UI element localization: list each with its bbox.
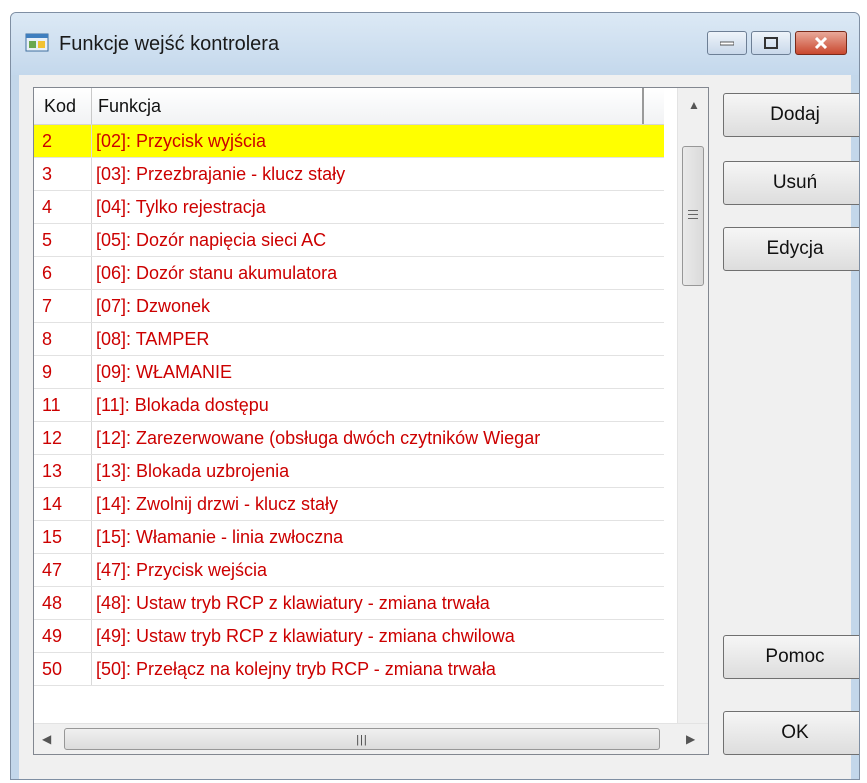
table-row[interactable]: 48 [48]: Ustaw tryb RCP z klawiatury - zm… [34,587,664,620]
funkcja-cell: [47]: Przycisk wejścia [96,560,268,580]
kod-cell: 5 [34,224,92,256]
grip-icon [688,210,698,222]
table-row[interactable]: 5 [05]: Dozór napięcia sieci AC [34,224,664,257]
table-row[interactable]: 12 [12]: Zarezerwowane (obsługa dwóch czy… [34,422,664,455]
kod-cell: 3 [34,158,92,190]
table-row[interactable]: 15 [15]: Włamanie - linia zwłoczna [34,521,664,554]
kod-cell: 50 [34,653,92,685]
maximize-icon [764,37,778,49]
funkcja-cell: [12]: Zarezerwowane (obsługa dwóch czytn… [96,428,541,448]
kod-cell: 13 [34,455,92,487]
kod-cell: 8 [34,323,92,355]
table-row[interactable]: 4 [04]: Tylko rejestracja [34,191,664,224]
table-row[interactable]: 9 [09]: WŁAMANIE [34,356,664,389]
funkcja-cell: [02]: Przycisk wyjścia [96,131,267,151]
funkcja-cell: [04]: Tylko rejestracja [96,197,266,217]
scroll-up-icon[interactable]: ▲ [688,98,700,112]
kod-cell: 4 [34,191,92,223]
funkcja-cell: [09]: WŁAMANIE [96,362,233,382]
minimize-button[interactable] [707,31,747,55]
funkcja-cell: [07]: Dzwonek [96,296,211,316]
funkcja-cell: [11]: Blokada dostępu [96,395,269,415]
funkcja-cell: [14]: Zwolnij drzwi - klucz stały [96,494,339,514]
table-row[interactable]: 49 [49]: Ustaw tryb RCP z klawiatury - zm… [34,620,664,653]
close-icon [814,37,828,49]
funkcja-cell: [03]: Przezbrajanie - klucz stały [96,164,346,184]
vertical-scroll-thumb[interactable] [682,146,704,286]
minimize-icon [720,41,734,46]
kod-cell: 6 [34,257,92,289]
dialog-window: Funkcje wejść kontrolera Kod Funkcja 2 [0… [10,12,860,780]
kod-cell: 2 [34,125,92,157]
funkcja-cell: [49]: Ustaw tryb RCP z klawiatury - zmia… [96,626,515,646]
funkcja-cell: [50]: Przełącz na kolejny tryb RCP - zmi… [96,659,496,679]
horizontal-scrollbar[interactable]: ◀ ||| ▶ [34,723,708,754]
table-row[interactable]: 13 [13]: Blokada uzbrojenia [34,455,664,488]
add-button[interactable]: Dodaj [723,93,859,137]
table-row[interactable]: 3 [03]: Przezbrajanie - klucz stały [34,158,664,191]
close-button[interactable] [795,31,847,55]
app-window-icon [25,33,49,52]
funkcja-cell: [06]: Dozór stanu akumulatora [96,263,338,283]
funkcja-cell: [05]: Dozór napięcia sieci AC [96,230,327,250]
funkcja-cell: [48]: Ustaw tryb RCP z klawiatury - zmia… [96,593,490,613]
table-row[interactable]: 2 [02]: Przycisk wyjścia [34,125,664,158]
grip-icon: ||| [356,734,368,746]
edit-button[interactable]: Edycja [723,227,859,271]
funkcja-cell: [13]: Blokada uzbrojenia [96,461,290,481]
grid-rows: 2 [02]: Przycisk wyjścia 3 [03]: Przezbraja… [34,125,664,686]
scroll-left-icon[interactable]: ◀ [42,732,51,746]
delete-button[interactable]: Usuń [723,161,859,205]
help-button[interactable]: Pomoc [723,635,859,679]
dialog-client: Kod Funkcja 2 [02]: Przycisk wyjścia 3 [03]… [19,75,859,779]
maximize-button[interactable] [751,31,791,55]
kod-cell: 15 [34,521,92,553]
funkcja-cell: [15]: Włamanie - linia zwłoczna [96,527,344,547]
column-header-kod[interactable]: Kod [34,88,92,124]
grid-header: Kod Funkcja [34,88,664,125]
kod-cell: 7 [34,290,92,322]
kod-cell: 9 [34,356,92,388]
table-row[interactable]: 6 [06]: Dozór stanu akumulatora [34,257,664,290]
title-bar[interactable]: Funkcje wejść kontrolera [11,13,859,75]
funkcja-cell: [08]: TAMPER [96,329,210,349]
functions-grid[interactable]: Kod Funkcja 2 [02]: Przycisk wyjścia 3 [03]… [33,87,709,755]
table-row[interactable]: 8 [08]: TAMPER [34,323,664,356]
kod-cell: 14 [34,488,92,520]
kod-cell: 48 [34,587,92,619]
scroll-right-icon[interactable]: ▶ [686,732,695,746]
table-row[interactable]: 7 [07]: Dzwonek [34,290,664,323]
table-row[interactable]: 50 [50]: Przełącz na kolejny tryb RCP - z… [34,653,664,686]
vertical-scrollbar[interactable]: ▲ [677,88,708,724]
kod-cell: 12 [34,422,92,454]
table-row[interactable]: 11 [11]: Blokada dostępu [34,389,664,422]
table-row[interactable]: 47 [47]: Przycisk wejścia [34,554,664,587]
kod-cell: 11 [34,389,92,421]
window-title: Funkcje wejść kontrolera [59,33,280,55]
horizontal-scroll-thumb[interactable]: ||| [64,728,660,750]
ok-button[interactable]: OK [723,711,859,755]
table-row[interactable]: 14 [14]: Zwolnij drzwi - klucz stały [34,488,664,521]
kod-cell: 49 [34,620,92,652]
column-header-funkcja[interactable]: Funkcja [92,88,644,124]
kod-cell: 47 [34,554,92,586]
